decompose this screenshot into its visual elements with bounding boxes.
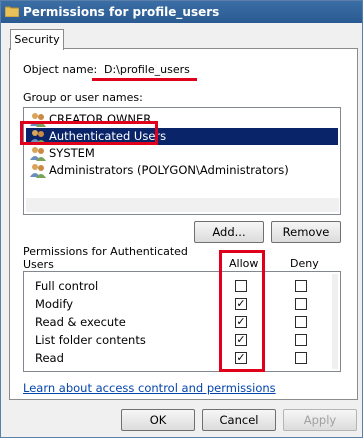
tab-security[interactable]: Security	[10, 29, 64, 50]
annotation-box-user	[20, 121, 158, 145]
access-control-help-link[interactable]: Learn about access control and permissio…	[23, 381, 276, 395]
permission-row: Read & execute ✓	[24, 313, 324, 331]
users-icon	[30, 164, 46, 178]
permission-name: Modify	[35, 297, 74, 311]
horizontal-scrollbar[interactable]	[26, 198, 339, 212]
permission-row: Modify ✓	[24, 295, 324, 313]
ok-button[interactable]: OK	[121, 409, 195, 431]
user-label: Administrators (POLYGON\Administrators)	[49, 163, 289, 177]
deny-checkbox[interactable]	[295, 280, 307, 292]
permission-row: Full control	[24, 277, 324, 295]
permission-row: Read ✓	[24, 349, 324, 367]
permission-name: Read	[35, 351, 64, 365]
list-item[interactable]: SYSTEM	[26, 145, 338, 162]
window-title: Permissions for profile_users	[23, 5, 220, 19]
annotation-underline	[92, 78, 197, 81]
deny-checkbox[interactable]	[295, 334, 307, 346]
permission-name: Full control	[35, 279, 99, 293]
folder-icon	[5, 6, 19, 17]
permission-name: List folder contents	[35, 333, 146, 347]
apply-button[interactable]: Apply	[283, 409, 357, 431]
deny-checkbox[interactable]	[295, 352, 307, 364]
remove-button[interactable]: Remove	[271, 221, 341, 243]
permission-name: Read & execute	[35, 315, 126, 329]
title-bar[interactable]: Permissions for profile_users	[1, 1, 362, 23]
annotation-box-allow	[219, 250, 265, 372]
object-name-label: Object name:	[23, 63, 98, 76]
users-icon	[30, 147, 46, 161]
list-item[interactable]: Administrators (POLYGON\Administrators)	[26, 162, 338, 179]
permissions-header: Permissions for Authenticated Users	[23, 245, 188, 271]
permissions-list: Full control Modify ✓ Read & execute ✓ L…	[23, 271, 341, 372]
deny-checkbox[interactable]	[295, 298, 307, 310]
object-name-value: D:\profile_users	[104, 63, 190, 76]
permissions-dialog: Permissions for profile_users Security O…	[0, 0, 363, 438]
permission-row: List folder contents ✓	[24, 331, 324, 349]
deny-header: Deny	[290, 257, 319, 270]
cancel-button[interactable]: Cancel	[202, 409, 276, 431]
user-label: SYSTEM	[49, 146, 95, 160]
add-button[interactable]: Add...	[194, 221, 264, 243]
deny-checkbox[interactable]	[295, 316, 307, 328]
vertical-scrollbar[interactable]	[332, 274, 338, 369]
group-label: Group or user names:	[23, 91, 143, 104]
